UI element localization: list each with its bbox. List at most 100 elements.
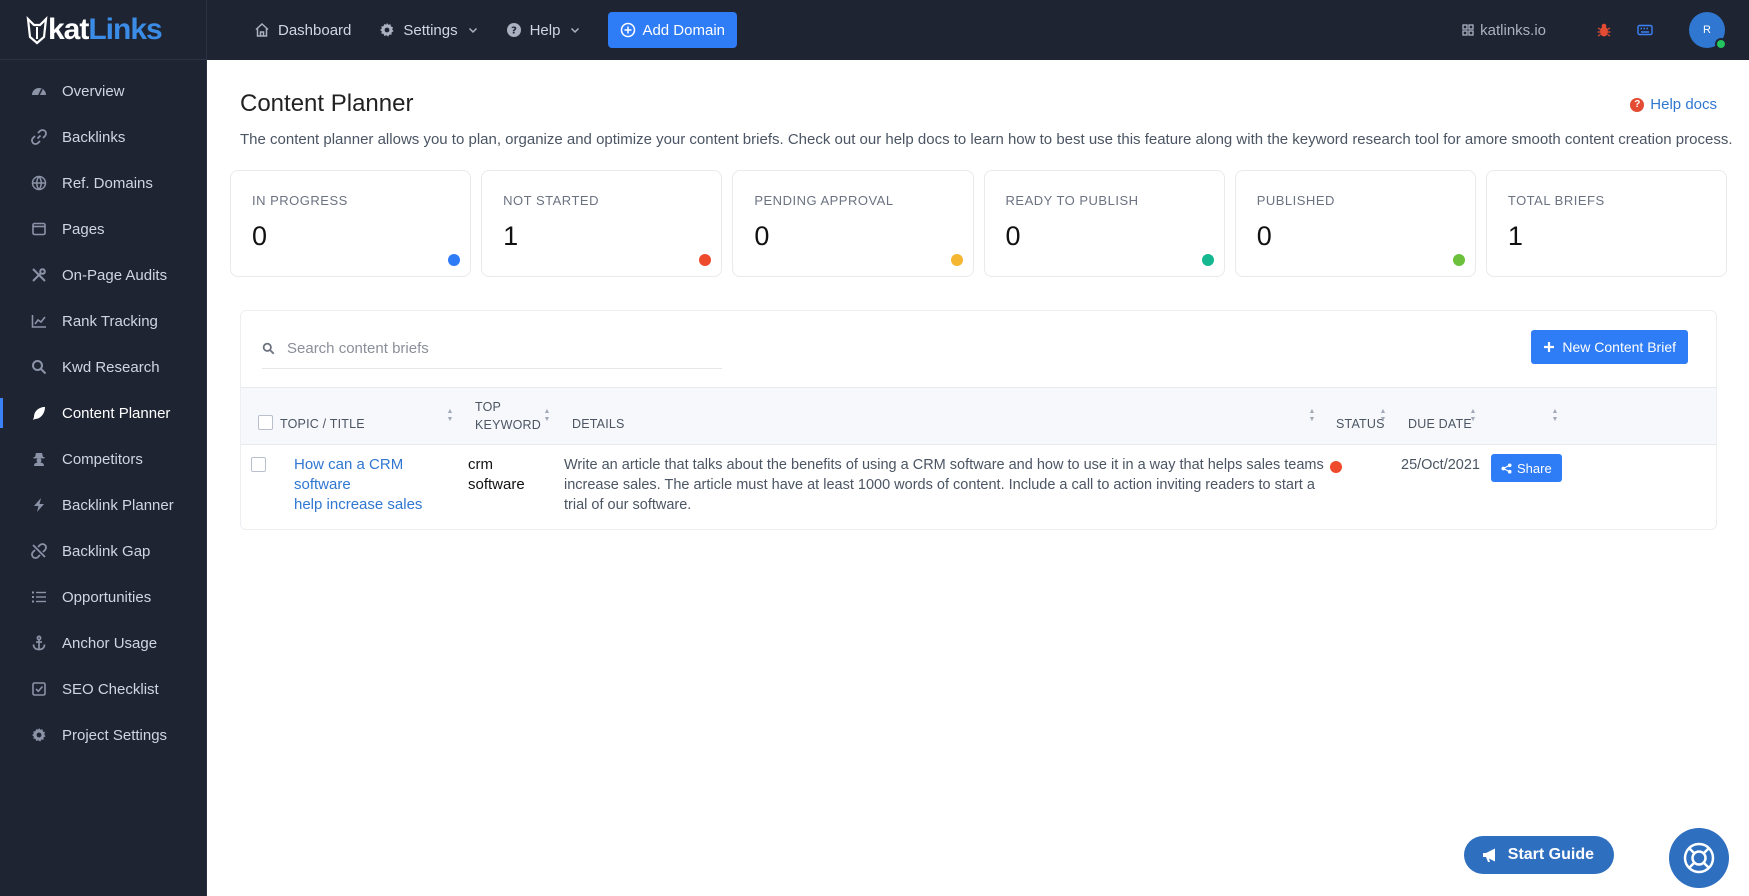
keyboard-icon[interactable] bbox=[1637, 22, 1653, 38]
status-dot bbox=[1452, 254, 1465, 266]
sidebar: kat Links Overview Backlinks Ref. Domains… bbox=[0, 0, 207, 896]
status-dot bbox=[1201, 254, 1214, 266]
sidebar-item-label: Rank Tracking bbox=[62, 312, 158, 330]
brief-due-date: 25/Oct/2021 bbox=[1401, 457, 1480, 473]
sidebar-item-label: Kwd Research bbox=[62, 358, 160, 376]
user-avatar[interactable]: R bbox=[1689, 12, 1727, 50]
sidebar-item-label: Opportunities bbox=[62, 588, 152, 606]
search-input[interactable] bbox=[287, 340, 707, 357]
sidebar-item-backlink-planner[interactable]: Backlink Planner bbox=[0, 482, 206, 528]
sidebar-item-label: Overview bbox=[62, 82, 125, 100]
stat-card-not-started: NOT STARTED 1 bbox=[481, 170, 723, 277]
row-checkbox[interactable] bbox=[251, 457, 266, 472]
stat-card-pending-approval: PENDING APPROVAL 0 bbox=[732, 170, 974, 277]
brief-keyword-line: crm bbox=[468, 456, 493, 473]
sidebar-item-label: SEO Checklist bbox=[62, 680, 159, 698]
stat-card-ready-to-publish: READY TO PUBLISH 0 bbox=[983, 170, 1225, 277]
help-docs-link[interactable]: ? Help docs bbox=[1630, 96, 1717, 113]
sort-icon[interactable]: ▲ ▼ bbox=[1308, 408, 1316, 423]
sidebar-item-kwd-research[interactable]: Kwd Research bbox=[0, 344, 206, 390]
add-domain-button[interactable]: Add Domain bbox=[608, 12, 737, 48]
sidebar-item-ref-domains[interactable]: Ref. Domains bbox=[0, 160, 206, 206]
sort-icon[interactable]: ▲ ▼ bbox=[1379, 408, 1387, 423]
sidebar-item-pages[interactable]: Pages bbox=[0, 206, 206, 252]
column-header-keyword-line1[interactable]: TOP bbox=[475, 398, 501, 416]
column-header-status[interactable]: STATUS bbox=[1336, 415, 1385, 433]
project-site-label: katlinks.io bbox=[1480, 21, 1546, 39]
anchor-icon bbox=[30, 634, 48, 652]
stat-card-published: PUBLISHED 0 bbox=[1234, 170, 1476, 277]
sidebar-item-project-settings[interactable]: Project Settings bbox=[0, 712, 206, 758]
new-content-brief-button[interactable]: New Content Brief bbox=[1531, 330, 1688, 364]
grid-icon bbox=[1462, 24, 1474, 36]
sort-icon[interactable]: ▲ ▼ bbox=[543, 408, 551, 423]
share-button[interactable]: Share bbox=[1491, 454, 1562, 482]
project-site-selector[interactable]: katlinks.io bbox=[1462, 22, 1546, 39]
nav-dashboard[interactable]: Dashboard bbox=[254, 22, 351, 39]
top-navbar: Dashboard Settings ? Help Add Domain kat… bbox=[207, 0, 1749, 60]
stat-value: 0 bbox=[252, 221, 268, 251]
chevron-down-icon bbox=[468, 25, 478, 35]
help-widget-button[interactable] bbox=[1669, 828, 1729, 888]
stat-value: 0 bbox=[1256, 221, 1272, 251]
column-header-topic[interactable]: TOPIC / TITLE bbox=[280, 415, 365, 433]
home-icon bbox=[254, 22, 270, 38]
table-row: How can a CRM software help increase sal… bbox=[241, 445, 1716, 531]
stat-label: IN PROGRESS bbox=[252, 193, 348, 208]
column-header-due-date[interactable]: DUE DATE bbox=[1408, 415, 1472, 433]
sidebar-item-backlink-gap[interactable]: Backlink Gap bbox=[0, 528, 206, 574]
brief-topic-line[interactable]: help increase sales bbox=[294, 495, 464, 515]
user-secret-icon bbox=[30, 450, 48, 468]
start-guide-button[interactable]: Start Guide bbox=[1463, 836, 1614, 874]
logo[interactable]: kat Links bbox=[0, 0, 206, 60]
tools-icon bbox=[30, 266, 48, 284]
feather-icon bbox=[30, 404, 48, 422]
stat-label: PUBLISHED bbox=[1256, 193, 1335, 208]
sidebar-item-label: Content Planner bbox=[62, 404, 171, 422]
stat-value: 0 bbox=[754, 221, 770, 251]
question-circle-icon: ? bbox=[1630, 97, 1645, 112]
column-header-keyword-line2[interactable]: KEYWORD bbox=[475, 416, 541, 434]
sort-icon[interactable]: ▲ ▼ bbox=[446, 408, 454, 423]
select-all-checkbox[interactable] bbox=[258, 415, 273, 430]
content-briefs-panel: New Content Brief TOPIC / TITLE ▲▼ TOP K… bbox=[240, 310, 1717, 530]
gear-icon bbox=[30, 726, 48, 744]
bug-icon[interactable] bbox=[1596, 22, 1612, 38]
sidebar-item-label: Backlinks bbox=[62, 128, 126, 146]
sidebar-item-on-page-audits[interactable]: On-Page Audits bbox=[0, 252, 206, 298]
stat-value: 1 bbox=[503, 221, 519, 251]
sort-icon[interactable]: ▲ ▼ bbox=[1551, 408, 1559, 423]
column-header-details[interactable]: DETAILS bbox=[572, 415, 625, 433]
sidebar-item-rank-tracking[interactable]: Rank Tracking bbox=[0, 298, 206, 344]
brief-keyword-line: software bbox=[468, 476, 525, 493]
nav-settings-dropdown[interactable]: Settings bbox=[379, 22, 477, 39]
brief-keyword: crm software bbox=[468, 455, 548, 495]
katlinks-logo: kat Links bbox=[26, 13, 163, 47]
bolt-icon bbox=[30, 496, 48, 514]
svg-text:?: ? bbox=[511, 26, 517, 37]
sidebar-item-overview[interactable]: Overview bbox=[0, 68, 206, 114]
avatar-initial: R bbox=[1703, 24, 1711, 36]
sidebar-item-anchor-usage[interactable]: Anchor Usage bbox=[0, 620, 206, 666]
sidebar-item-seo-checklist[interactable]: SEO Checklist bbox=[0, 666, 206, 712]
stat-value: 0 bbox=[1005, 221, 1021, 251]
brief-topic-link[interactable]: How can a CRM software help increase sal… bbox=[294, 455, 464, 515]
sidebar-item-opportunities[interactable]: Opportunities bbox=[0, 574, 206, 620]
sidebar-item-content-planner[interactable]: Content Planner bbox=[0, 390, 206, 436]
nav-help-dropdown[interactable]: ? Help bbox=[506, 22, 581, 39]
sort-icon[interactable]: ▲ ▼ bbox=[1469, 408, 1477, 423]
stat-card-in-progress: IN PROGRESS 0 bbox=[230, 170, 472, 277]
online-status-indicator bbox=[1715, 38, 1727, 50]
sidebar-item-label: Backlink Gap bbox=[62, 542, 151, 560]
page-title: Content Planner bbox=[240, 90, 414, 117]
sidebar-item-backlinks[interactable]: Backlinks bbox=[0, 114, 206, 160]
checklist-icon bbox=[30, 680, 48, 698]
plus-circle-icon bbox=[620, 22, 636, 38]
brief-topic-line[interactable]: How can a CRM software bbox=[294, 455, 464, 495]
sidebar-item-competitors[interactable]: Competitors bbox=[0, 436, 206, 482]
status-dot bbox=[699, 254, 712, 266]
globe-icon bbox=[30, 174, 48, 192]
stat-label: READY TO PUBLISH bbox=[1005, 193, 1139, 208]
stat-label: TOTAL BRIEFS bbox=[1507, 193, 1605, 208]
status-dot bbox=[950, 254, 963, 266]
